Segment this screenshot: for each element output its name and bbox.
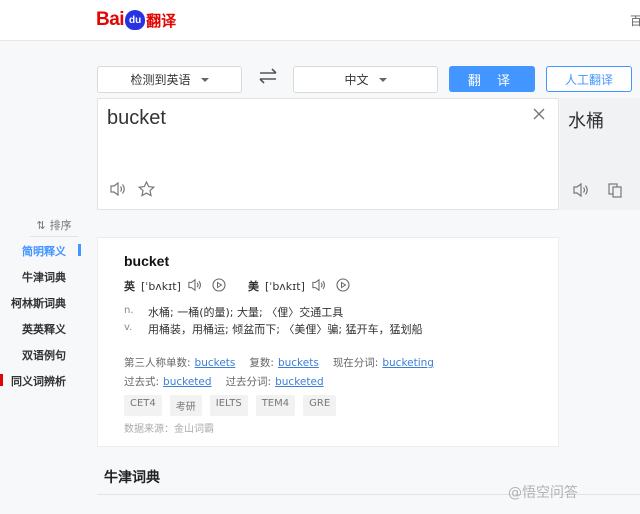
source-language-select[interactable]: 检测到英语 bbox=[97, 66, 242, 93]
exam-tag: GRE bbox=[303, 395, 337, 416]
sidebar-item-oxford[interactable]: 牛津词典 bbox=[0, 269, 66, 285]
sidebar-item-concise[interactable]: 简明释义 bbox=[0, 243, 66, 259]
sort-label: 排序 bbox=[49, 219, 72, 232]
sidebar-item-collins[interactable]: 柯林斯词典 bbox=[0, 295, 66, 311]
exam-tag: 考研 bbox=[169, 395, 202, 416]
exam-tag: CET4 bbox=[124, 395, 162, 416]
word-forms-line: 过去式: bucketed 过去分词: bucketed bbox=[124, 376, 324, 388]
active-indicator bbox=[78, 244, 81, 256]
uk-play-icon[interactable] bbox=[212, 278, 226, 292]
sort-icon: ⇅ bbox=[36, 218, 46, 232]
source-text-area[interactable]: bucket bbox=[97, 98, 559, 210]
form-link[interactable]: bucketed bbox=[163, 376, 212, 388]
sort-button[interactable]: ⇅ 排序 bbox=[30, 214, 78, 237]
us-pronunciation: 美 [ˈbʌkɪt] bbox=[248, 280, 305, 293]
top-bar: Bai du 翻译 百 bbox=[0, 0, 640, 41]
watermark: @悟空问答 bbox=[508, 485, 578, 501]
concise-definition-card: bucket 英 [ˈbʌkɪt] 美 [ˈbʌkɪt] n. 水桶; 一桶(的量)… bbox=[97, 237, 559, 447]
copy-icon[interactable] bbox=[607, 182, 623, 198]
star-icon[interactable] bbox=[138, 181, 155, 197]
us-speaker-icon[interactable] bbox=[311, 278, 327, 292]
form-link[interactable]: bucketing bbox=[382, 357, 434, 369]
form-link[interactable]: buckets bbox=[278, 357, 319, 369]
sidebar-item-english-english[interactable]: 英英释义 bbox=[0, 321, 66, 337]
definition-pos: v. bbox=[124, 322, 133, 333]
form-link[interactable]: bucketed bbox=[275, 376, 324, 388]
result-text: 水桶 bbox=[568, 111, 604, 132]
close-icon[interactable] bbox=[532, 107, 546, 121]
uk-speaker-icon[interactable] bbox=[187, 278, 203, 292]
source-language-label: 检测到英语 bbox=[130, 73, 191, 87]
us-play-icon[interactable] bbox=[336, 278, 350, 292]
speaker-icon[interactable] bbox=[109, 181, 127, 197]
baidu-translate-logo[interactable]: Bai du 翻译 bbox=[96, 9, 176, 31]
human-translation-button[interactable]: 人工翻译 bbox=[546, 66, 632, 92]
sidebar-item-bilingual-examples[interactable]: 双语例句 bbox=[0, 347, 66, 363]
top-right-link[interactable]: 百 bbox=[630, 12, 640, 29]
definition-text: 水桶; 一桶(的量); 大量; 〈俚〉交通工具 bbox=[148, 306, 344, 319]
target-language-select[interactable]: 中文 bbox=[293, 66, 438, 93]
sidebar-item-synonyms[interactable]: 同义词辨析 bbox=[0, 373, 66, 389]
definition-text: 用桶装，用桶运; 倾盆而下; 〈美俚〉骗; 猛开车，猛划船 bbox=[148, 323, 423, 336]
exam-tag: IELTS bbox=[209, 395, 248, 416]
result-panel: 水桶 bbox=[560, 98, 640, 210]
chevron-down-icon bbox=[378, 77, 387, 82]
word-forms-line: 第三人称单数: buckets 复数: buckets 现在分词: bucketing bbox=[124, 357, 434, 369]
exam-tags: CET4 考研 IELTS TEM4 GRE bbox=[124, 395, 337, 416]
form-link[interactable]: buckets bbox=[195, 357, 236, 369]
chevron-down-icon bbox=[200, 77, 209, 82]
section-title-oxford: 牛津词典 bbox=[104, 470, 160, 486]
source-text[interactable]: bucket bbox=[107, 107, 166, 130]
translate-button[interactable]: 翻 译 bbox=[449, 66, 535, 92]
data-source: 数据来源：金山词霸 bbox=[124, 424, 214, 435]
target-language-label: 中文 bbox=[344, 73, 369, 87]
uk-pronunciation: 英 [ˈbʌkɪt] bbox=[124, 280, 181, 293]
swap-languages-icon[interactable] bbox=[257, 66, 279, 86]
exam-tag: TEM4 bbox=[255, 395, 296, 416]
definition-pos: n. bbox=[124, 305, 134, 316]
paw-icon: du bbox=[125, 10, 146, 30]
headword: bucket bbox=[124, 253, 170, 269]
speaker-icon[interactable] bbox=[572, 182, 590, 198]
